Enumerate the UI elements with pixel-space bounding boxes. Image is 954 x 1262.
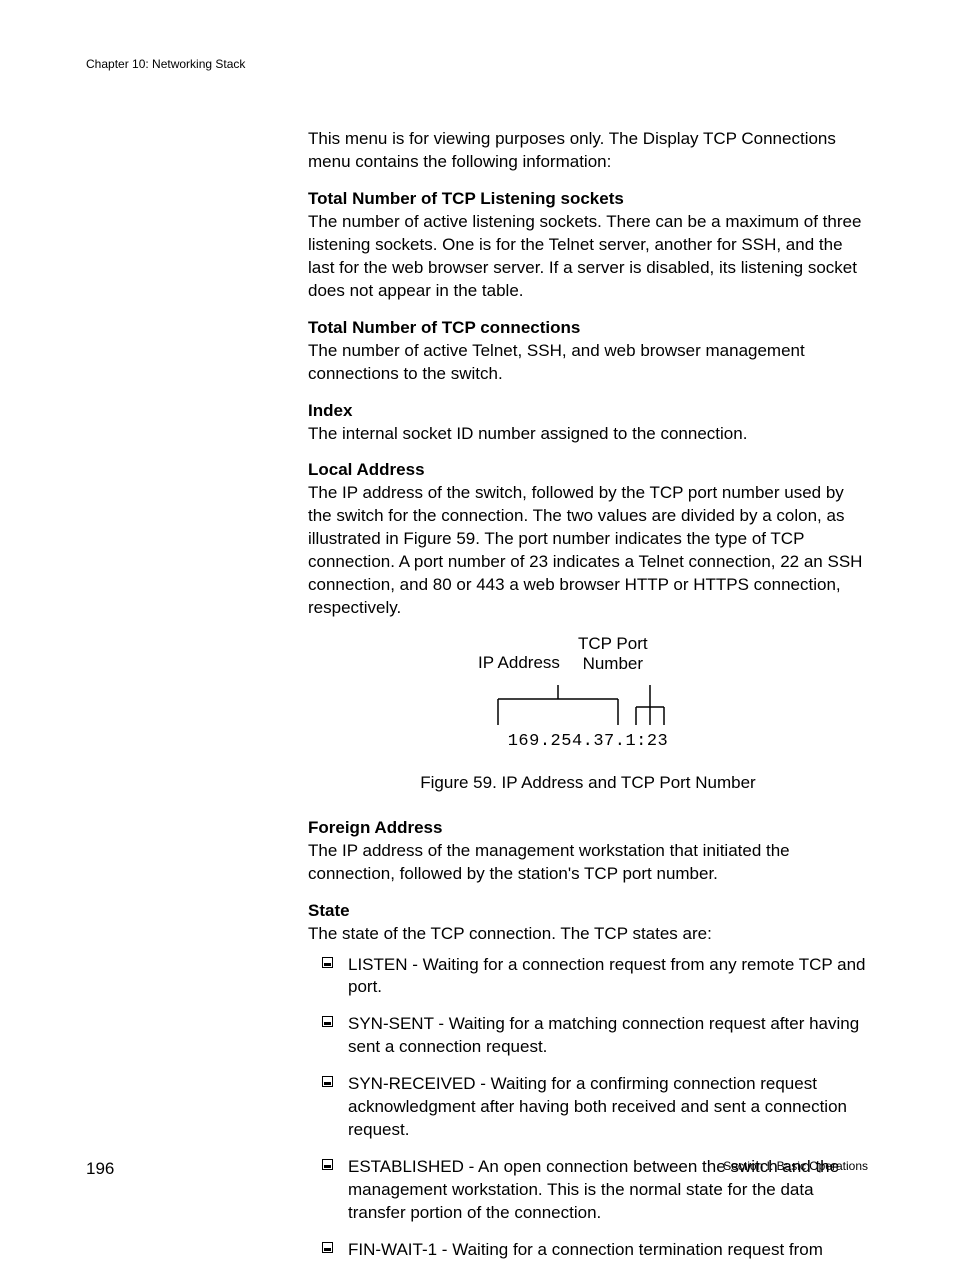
- bullet-icon: [322, 1076, 333, 1087]
- figure-tcp-label-line2: Number: [583, 654, 643, 673]
- list-item-text: FIN-WAIT-1 - Waiting for a connection te…: [348, 1240, 823, 1259]
- state-list: LISTEN - Waiting for a connection reques…: [322, 954, 868, 1262]
- figure-caption: Figure 59. IP Address and TCP Port Numbe…: [308, 772, 868, 795]
- chapter-header: Chapter 10: Networking Stack: [86, 56, 868, 72]
- section-title-index: Index: [308, 400, 868, 423]
- intro-paragraph: This menu is for viewing purposes only. …: [308, 128, 868, 174]
- section-title-connections: Total Number of TCP connections: [308, 317, 868, 340]
- figure-tcp-label-line1: TCP Port: [578, 634, 648, 653]
- section-title-state: State: [308, 900, 868, 923]
- page-number: 196: [86, 1158, 114, 1181]
- section-label: Section I: Basic Operations: [723, 1158, 868, 1174]
- section-body-local: The IP address of the switch, followed b…: [308, 482, 868, 620]
- figure-bracket-icon: [488, 685, 688, 729]
- list-item: SYN-SENT - Waiting for a matching connec…: [322, 1013, 868, 1059]
- figure-value: 169.254.37.1:23: [308, 731, 868, 754]
- bullet-icon: [322, 1242, 333, 1253]
- section-title-foreign: Foreign Address: [308, 817, 868, 840]
- bullet-icon: [322, 1016, 333, 1027]
- main-content: This menu is for viewing purposes only. …: [308, 128, 868, 1262]
- list-item: LISTEN - Waiting for a connection reques…: [322, 954, 868, 1000]
- list-item-text: SYN-RECEIVED - Waiting for a confirming …: [348, 1074, 847, 1139]
- document-page: Chapter 10: Networking Stack This menu i…: [0, 0, 954, 1235]
- list-item-text: SYN-SENT - Waiting for a matching connec…: [348, 1014, 859, 1056]
- section-body-index: The internal socket ID number assigned t…: [308, 423, 868, 446]
- figure-ip-label: IP Address: [478, 652, 560, 675]
- list-item-text: LISTEN - Waiting for a connection reques…: [348, 955, 865, 997]
- list-item: SYN-RECEIVED - Waiting for a confirming …: [322, 1073, 868, 1142]
- section-title-local: Local Address: [308, 459, 868, 482]
- section-body-listening: The number of active listening sockets. …: [308, 211, 868, 303]
- section-body-foreign: The IP address of the management worksta…: [308, 840, 868, 886]
- section-title-listening: Total Number of TCP Listening sockets: [308, 188, 868, 211]
- section-body-state: The state of the TCP connection. The TCP…: [308, 923, 868, 946]
- page-footer: 196 Section I: Basic Operations: [86, 1158, 868, 1181]
- list-item: FIN-WAIT-1 - Waiting for a connection te…: [322, 1239, 868, 1262]
- section-body-connections: The number of active Telnet, SSH, and we…: [308, 340, 868, 386]
- bullet-icon: [322, 957, 333, 968]
- figure-59: IP Address TCP Port Number 169.254.37.1:…: [308, 634, 868, 754]
- figure-tcp-label: TCP Port Number: [578, 634, 648, 675]
